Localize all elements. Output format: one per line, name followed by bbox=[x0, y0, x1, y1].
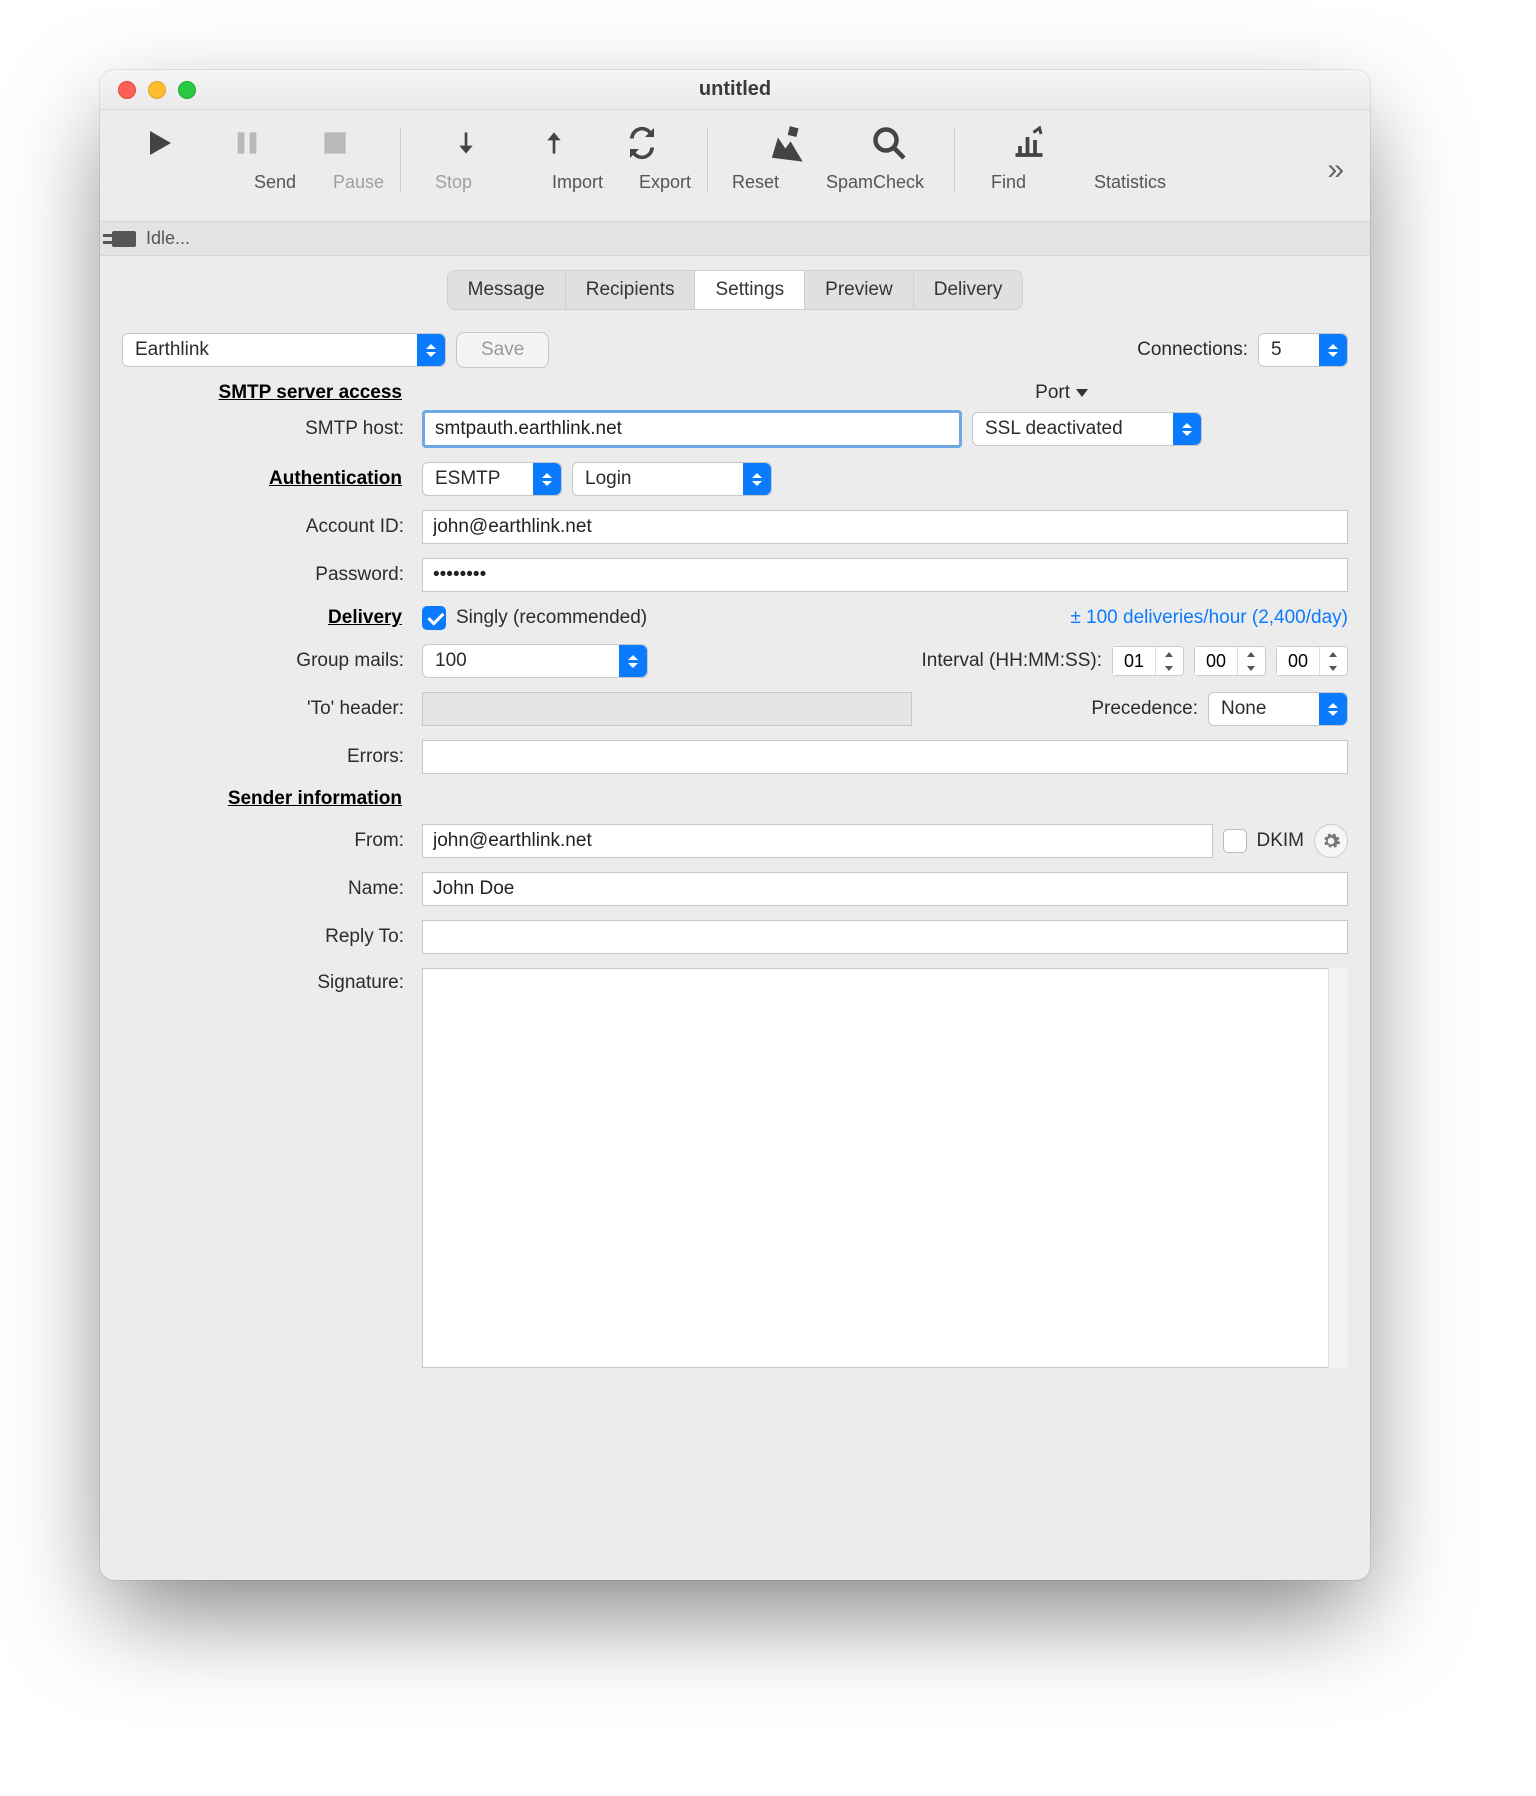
smtp-host-label: SMTP host: bbox=[122, 418, 412, 440]
name-input[interactable] bbox=[422, 872, 1348, 906]
group-mails-label: Group mails: bbox=[122, 650, 412, 672]
tab-delivery[interactable]: Delivery bbox=[914, 271, 1023, 309]
interval-mm-stepper[interactable] bbox=[1194, 646, 1266, 676]
section-smtp: SMTP server access bbox=[122, 382, 412, 404]
chevron-updown-icon bbox=[533, 463, 561, 495]
scrollbar[interactable] bbox=[1328, 968, 1348, 1368]
settings-panel: Earthlink Save Connections: 5 SMTP serve… bbox=[100, 328, 1370, 1404]
step-down-icon[interactable] bbox=[1238, 661, 1263, 675]
tab-preview[interactable]: Preview bbox=[805, 271, 914, 309]
smtp-host-input[interactable] bbox=[422, 410, 962, 448]
name-label: Name: bbox=[122, 878, 412, 900]
from-label: From: bbox=[122, 830, 412, 852]
precedence-label: Precedence: bbox=[1091, 698, 1198, 720]
section-auth: Authentication bbox=[122, 468, 412, 490]
errors-label: Errors: bbox=[122, 746, 412, 768]
step-down-icon[interactable] bbox=[1156, 661, 1181, 675]
interval-label: Interval (HH:MM:SS): bbox=[921, 650, 1102, 672]
password-label: Password: bbox=[122, 564, 412, 586]
singly-checkbox[interactable] bbox=[422, 606, 446, 630]
chevron-updown-icon bbox=[1319, 334, 1347, 366]
signature-textarea[interactable] bbox=[422, 968, 1348, 1368]
step-up-icon[interactable] bbox=[1156, 647, 1181, 661]
toolbar-overflow-icon[interactable]: » bbox=[1327, 153, 1352, 187]
connections-select[interactable]: 5 bbox=[1258, 333, 1348, 367]
group-mails-select[interactable]: 100 bbox=[422, 644, 648, 678]
singly-label: Singly (recommended) bbox=[456, 607, 647, 629]
precedence-select[interactable]: None bbox=[1208, 692, 1348, 726]
section-delivery: Delivery bbox=[122, 607, 412, 629]
ssl-mode-select[interactable]: SSL deactivated bbox=[972, 412, 1202, 446]
chevron-updown-icon bbox=[1319, 693, 1347, 725]
account-id-label: Account ID: bbox=[122, 516, 412, 538]
from-input[interactable] bbox=[422, 824, 1213, 858]
interval-hh-stepper[interactable] bbox=[1112, 646, 1184, 676]
main-toolbar: Send Pause Stop Import Export Reset Spam… bbox=[100, 110, 1370, 222]
app-window: untitled Send Pause Stop Import Export R… bbox=[100, 70, 1370, 1580]
reply-to-label: Reply To: bbox=[122, 926, 412, 948]
signature-label: Signature: bbox=[122, 968, 412, 994]
delivery-rate-link[interactable]: ± 100 deliveries/hour (2,400/day) bbox=[1070, 607, 1348, 629]
stop-button[interactable]: Stop bbox=[294, 118, 376, 193]
tab-message[interactable]: Message bbox=[448, 271, 566, 309]
titlebar: untitled bbox=[100, 70, 1370, 110]
auth-type-select[interactable]: ESMTP bbox=[422, 462, 562, 496]
tab-settings[interactable]: Settings bbox=[695, 271, 805, 309]
step-up-icon[interactable] bbox=[1320, 647, 1345, 661]
tab-recipients[interactable]: Recipients bbox=[566, 271, 696, 309]
tab-bar: Message Recipients Settings Preview Deli… bbox=[100, 256, 1370, 328]
reply-to-input[interactable] bbox=[422, 920, 1348, 954]
chevron-updown-icon bbox=[619, 645, 647, 677]
chevron-updown-icon bbox=[1173, 413, 1201, 445]
chevron-updown-icon bbox=[417, 334, 445, 366]
to-header-label: 'To' header: bbox=[122, 698, 412, 720]
window-title: untitled bbox=[100, 78, 1370, 101]
step-down-icon[interactable] bbox=[1320, 661, 1345, 675]
dkim-settings-button[interactable] bbox=[1314, 824, 1348, 858]
dkim-checkbox[interactable] bbox=[1223, 829, 1247, 853]
save-button[interactable]: Save bbox=[456, 332, 549, 368]
interval-ss-stepper[interactable] bbox=[1276, 646, 1348, 676]
password-input[interactable] bbox=[422, 558, 1348, 592]
connection-icon bbox=[112, 231, 136, 247]
port-label: Port bbox=[1035, 382, 1070, 404]
connections-label: Connections: bbox=[1137, 339, 1248, 361]
errors-input[interactable] bbox=[422, 740, 1348, 774]
to-header-input bbox=[422, 692, 912, 726]
dkim-label: DKIM bbox=[1257, 830, 1305, 852]
gear-icon bbox=[1321, 831, 1341, 851]
account-id-input[interactable] bbox=[422, 510, 1348, 544]
section-sender: Sender information bbox=[122, 788, 412, 810]
step-up-icon[interactable] bbox=[1238, 647, 1263, 661]
profile-select[interactable]: Earthlink bbox=[122, 333, 446, 367]
status-text: Idle... bbox=[146, 228, 190, 249]
chevron-down-icon[interactable] bbox=[1076, 389, 1088, 397]
status-bar: Idle... bbox=[100, 222, 1370, 256]
chevron-updown-icon bbox=[743, 463, 771, 495]
auth-method-select[interactable]: Login bbox=[572, 462, 772, 496]
statistics-button[interactable]: Statistics bbox=[979, 118, 1079, 193]
